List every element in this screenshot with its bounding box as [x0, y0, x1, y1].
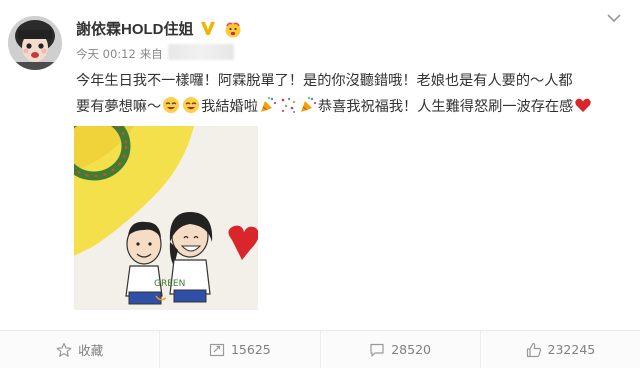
- action-bar: 收藏 15625 28520 232245: [0, 331, 640, 368]
- post-time[interactable]: 今天 00:12: [76, 47, 136, 61]
- post-meta: 今天 00:12 来自: [76, 46, 167, 62]
- user-name[interactable]: 謝依霖HOLD住姐: [76, 18, 194, 39]
- weibo-post-card: 謝依霖HOLD住姐 今天 00:12 来自 今年生日我不一樣囉！阿霖脫單了！是的你…: [0, 0, 640, 368]
- like-button[interactable]: 232245: [481, 331, 640, 368]
- chevron-down-icon[interactable]: [606, 12, 622, 24]
- post-text: 今年生日我不一樣囉！阿霖脫單了！是的你沒聽錯哦！老娘也是有人要的～人都 要有夢想…: [76, 68, 624, 120]
- party-popper-icon: [260, 97, 277, 112]
- favorite-button[interactable]: 收藏: [0, 331, 161, 368]
- blurred-source: [168, 44, 234, 60]
- favorite-label: 收藏: [78, 343, 104, 358]
- party-popper-icon: [300, 97, 317, 112]
- heart-icon: [575, 98, 592, 112]
- comment-count: 28520: [391, 342, 431, 357]
- crying-face-icon: [225, 22, 241, 38]
- comment-icon: [370, 343, 384, 357]
- avatar[interactable]: [8, 16, 62, 70]
- repost-icon: [209, 343, 225, 356]
- post-image[interactable]: GREEN: [74, 126, 258, 310]
- comment-button[interactable]: 28520: [321, 331, 481, 368]
- star-icon: [56, 342, 72, 357]
- post-text-segment-3: 恭喜我祝福我！人生難得怒刷一波存在感: [317, 99, 574, 115]
- confetti-icon: [281, 97, 296, 113]
- post-text-segment-2: 我結婚啦: [201, 99, 258, 115]
- like-count: 232245: [547, 342, 596, 357]
- repost-button[interactable]: 15625: [160, 331, 321, 368]
- like-icon: [526, 342, 541, 357]
- verified-v-icon: [201, 22, 215, 35]
- laughing-face-icon: [163, 97, 180, 113]
- post-text-line-1: 今年生日我不一樣囉！阿霖脫單了！是的你沒聽錯哦！老娘也是有人要的～人都: [76, 73, 573, 89]
- image-caption-text: GREEN: [154, 279, 185, 289]
- repost-count: 15625: [230, 342, 271, 357]
- post-text-segment-1: 要有夢想嘛～: [76, 99, 162, 115]
- source-label: 来自: [139, 47, 163, 61]
- post-text-line-2: 要有夢想嘛～ 我結婚啦 恭喜我祝福我！人生難得怒刷一波存在感: [76, 94, 624, 120]
- laughing-face-icon: [183, 97, 200, 113]
